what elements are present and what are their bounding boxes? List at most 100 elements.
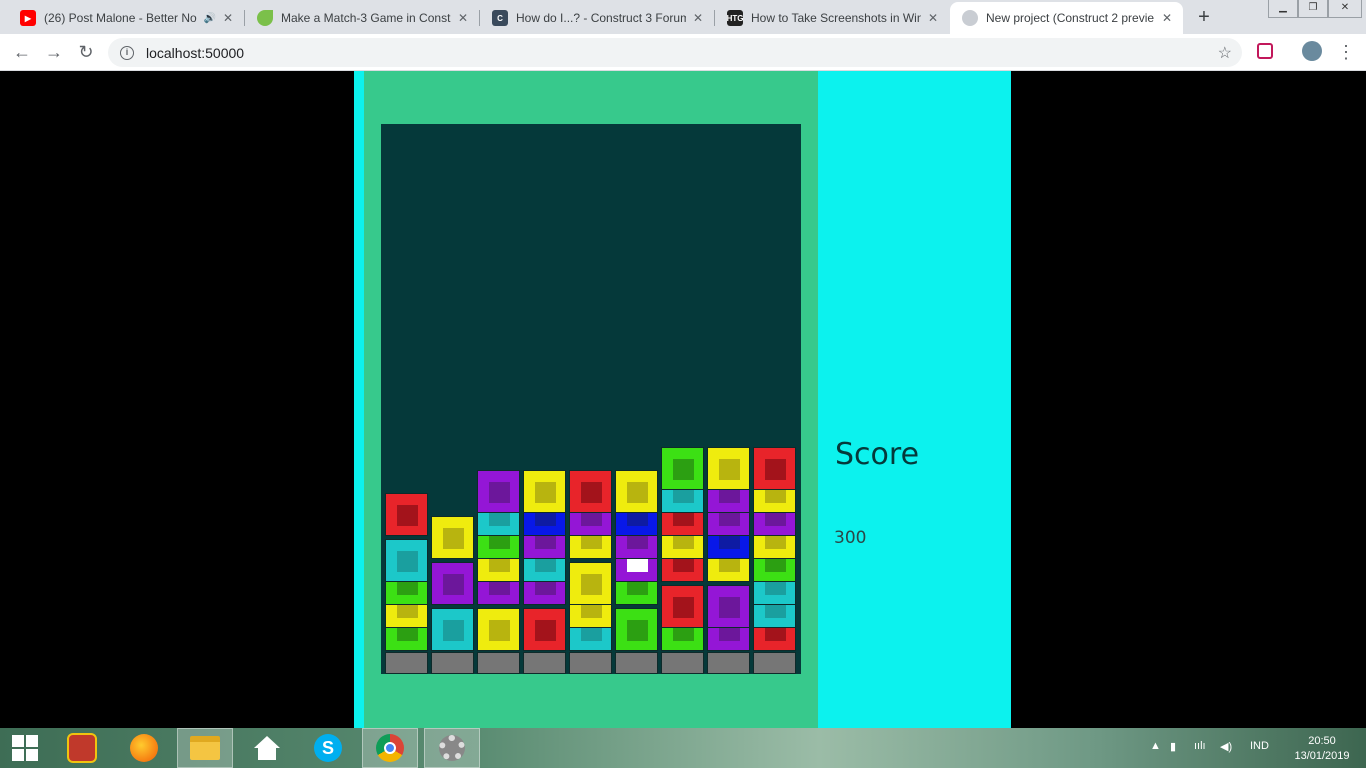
home-icon[interactable] — [239, 728, 295, 768]
green-block[interactable] — [615, 608, 658, 651]
purple-block[interactable] — [477, 470, 520, 513]
speaker-icon[interactable]: 🔊 — [204, 13, 216, 24]
block-center — [489, 482, 510, 503]
block-center — [535, 482, 556, 503]
extension-icon[interactable] — [1257, 43, 1273, 59]
show-hidden-icons[interactable]: ▲ — [1150, 740, 1161, 752]
windows-start-icon[interactable] — [0, 728, 50, 768]
block-center — [443, 528, 464, 549]
green-block[interactable] — [661, 447, 704, 490]
score-value: 300 — [834, 528, 867, 548]
teal-block[interactable] — [385, 539, 428, 582]
game-board[interactable] — [381, 124, 801, 674]
chrome-icon[interactable] — [362, 728, 418, 768]
volume-icon[interactable]: ◀) — [1220, 740, 1232, 753]
yellow-block[interactable] — [523, 470, 566, 513]
red-block[interactable] — [661, 585, 704, 628]
close-tab-icon[interactable]: ✕ — [455, 11, 471, 25]
block-center — [397, 551, 418, 572]
minimize-button[interactable]: ▁ — [1268, 0, 1298, 18]
teal-block[interactable] — [431, 608, 474, 651]
address-bar[interactable]: i localhost:50000 ☆ — [108, 38, 1242, 67]
block-center — [581, 574, 602, 595]
block-center — [719, 597, 740, 618]
block-center — [627, 620, 648, 641]
game-viewport — [0, 71, 1366, 728]
settings-icon[interactable] — [424, 728, 480, 768]
gray-block[interactable] — [615, 652, 658, 674]
score-label: Score — [835, 437, 920, 472]
close-tab-icon[interactable]: ✕ — [925, 11, 941, 25]
block-center — [489, 620, 510, 641]
gray-block[interactable] — [707, 652, 750, 674]
forward-button[interactable]: → — [42, 40, 66, 64]
avatar[interactable] — [1302, 41, 1322, 61]
yellow-block[interactable] — [431, 516, 474, 559]
clock-time: 20:50 — [1308, 735, 1336, 747]
language-indicator[interactable]: IND — [1250, 740, 1269, 752]
new-tab-button[interactable]: + — [1190, 4, 1218, 32]
url-text[interactable]: localhost:50000 — [146, 45, 244, 61]
block-center — [535, 620, 556, 641]
yellow-block[interactable] — [477, 608, 520, 651]
power-icon[interactable]: ▮ — [1170, 740, 1176, 753]
purple-block[interactable] — [431, 562, 474, 605]
skype-icon[interactable]: S — [300, 728, 356, 768]
block-center — [765, 459, 786, 480]
purple-block[interactable] — [707, 585, 750, 628]
tab-title: How do I...? - Construct 3 Forum — [516, 11, 686, 25]
bookmark-star-icon[interactable]: ☆ — [1218, 43, 1232, 63]
tab-title: New project (Construct 2 previe — [986, 11, 1155, 25]
firefox-icon[interactable] — [116, 728, 172, 768]
clock[interactable]: 20:50 13/01/2019 — [1290, 734, 1354, 764]
left-border — [354, 71, 364, 728]
back-button[interactable]: ← — [10, 40, 34, 64]
tab-title: How to Take Screenshots in Win — [751, 11, 921, 25]
block-center — [581, 482, 602, 503]
score-panel — [818, 71, 1011, 728]
red-block[interactable] — [523, 608, 566, 651]
block-center — [627, 482, 648, 503]
menu-icon[interactable]: ⋮ — [1334, 40, 1358, 64]
reload-button[interactable]: ↻ — [74, 40, 98, 64]
info-icon[interactable]: i — [120, 45, 134, 60]
tab-title: (26) Post Malone - Better No — [44, 11, 197, 25]
gray-block[interactable] — [523, 652, 566, 674]
close-tab-icon[interactable]: ✕ — [1159, 11, 1175, 25]
windows-taskbar: S ▲ ▮ ıılı ◀) IND 20:50 13/01/2019 — [0, 728, 1366, 768]
block-center — [719, 459, 740, 480]
gray-block[interactable] — [385, 652, 428, 674]
close-window-button[interactable]: ✕ — [1328, 0, 1362, 18]
file-explorer-icon[interactable] — [177, 728, 233, 768]
tab-htg[interactable]: HTG How to Take Screenshots in Win ✕ — [715, 2, 949, 34]
gray-block[interactable] — [661, 652, 704, 674]
block-center — [673, 597, 694, 618]
tab-youtube[interactable]: ▶ (26) Post Malone - Better No 🔊 ✕ — [8, 2, 244, 34]
red-block[interactable] — [569, 470, 612, 513]
gray-block[interactable] — [753, 652, 796, 674]
red-block[interactable] — [385, 493, 428, 536]
construct-icon: C — [492, 10, 508, 26]
tab-construct-forum[interactable]: C How do I...? - Construct 3 Forum ✕ — [480, 2, 714, 34]
youtube-icon: ▶ — [20, 10, 36, 26]
block-center — [397, 505, 418, 526]
tab-strip: ▶ (26) Post Malone - Better No 🔊 ✕ Make … — [0, 0, 1366, 34]
browser-toolbar: ← → ↻ i localhost:50000 ☆ ⋮ — [0, 34, 1366, 71]
gray-block[interactable] — [569, 652, 612, 674]
gray-block[interactable] — [431, 652, 474, 674]
tab-match3[interactable]: Make a Match-3 Game in Const ✕ — [245, 2, 479, 34]
gray-block[interactable] — [477, 652, 520, 674]
block-center — [673, 459, 694, 480]
pokemon-app-icon[interactable] — [54, 728, 110, 768]
close-tab-icon[interactable]: ✕ — [220, 11, 236, 25]
leaf-icon — [257, 10, 273, 26]
yellow-block[interactable] — [569, 562, 612, 605]
block-center — [443, 620, 464, 641]
red-block[interactable] — [753, 447, 796, 490]
restore-button[interactable]: ❐ — [1298, 0, 1328, 18]
yellow-block[interactable] — [707, 447, 750, 490]
network-icon[interactable]: ıılı — [1194, 740, 1206, 752]
yellow-block[interactable] — [615, 470, 658, 513]
tab-new-project[interactable]: New project (Construct 2 previe ✕ — [950, 2, 1183, 34]
close-tab-icon[interactable]: ✕ — [690, 11, 706, 25]
